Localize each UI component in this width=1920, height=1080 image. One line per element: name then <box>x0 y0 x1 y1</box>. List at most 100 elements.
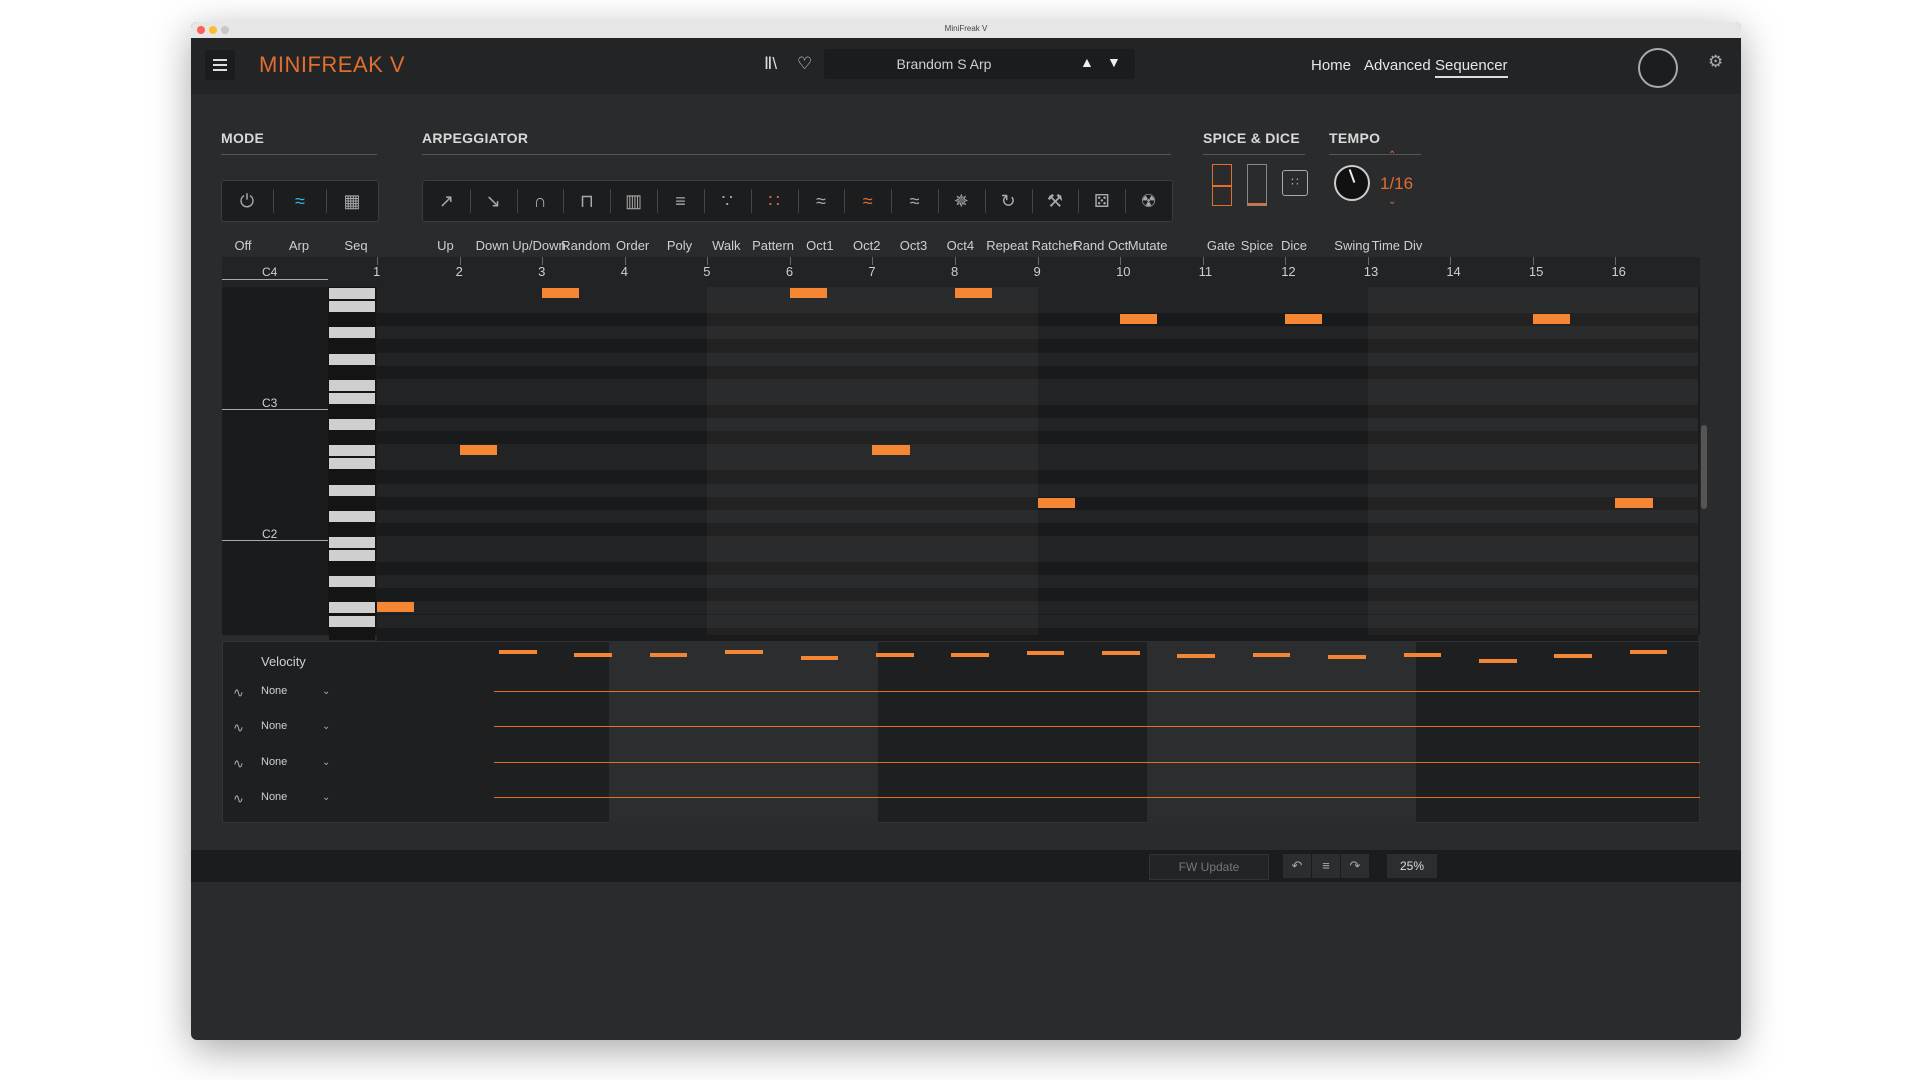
white-key[interactable] <box>329 379 375 391</box>
arp-walk-icon[interactable]: ∵ <box>704 181 751 221</box>
seq-note[interactable] <box>1120 314 1158 325</box>
nav-home[interactable]: Home <box>1311 57 1351 74</box>
black-key[interactable] <box>329 340 375 352</box>
black-key[interactable] <box>329 523 375 535</box>
white-key[interactable] <box>329 576 375 588</box>
arp-ratchet-icon[interactable]: ⚒ <box>1032 181 1079 221</box>
mod-lane-line[interactable] <box>494 797 1700 798</box>
redo-icon[interactable]: ↷ <box>1341 854 1369 878</box>
arp-order-icon[interactable]: ▥ <box>610 181 657 221</box>
white-key[interactable] <box>329 419 375 431</box>
arp-pattern-icon[interactable]: ∷ <box>751 181 798 221</box>
velocity-bar[interactable] <box>725 650 763 655</box>
arp-repeat-icon[interactable]: ↻ <box>985 181 1032 221</box>
black-key[interactable] <box>329 366 375 378</box>
white-key[interactable] <box>329 445 375 457</box>
fw-update-button[interactable]: FW Update <box>1149 854 1269 880</box>
velocity-bar[interactable] <box>1177 654 1216 659</box>
black-key[interactable] <box>329 497 375 509</box>
white-key[interactable] <box>329 602 375 614</box>
white-key[interactable] <box>329 301 375 313</box>
power-icon[interactable]: ⏻ <box>222 181 272 221</box>
arp-oct3-icon[interactable]: ≈ <box>891 181 938 221</box>
velocity-lane[interactable] <box>222 641 1700 823</box>
arp-mode-icon[interactable]: ≈ <box>274 181 326 221</box>
white-key[interactable] <box>329 615 375 627</box>
arp-down-icon[interactable]: ↘ <box>470 181 517 221</box>
piano-roll-grid[interactable] <box>377 287 1698 641</box>
piano-keyboard[interactable] <box>328 287 376 640</box>
white-key[interactable] <box>329 458 375 470</box>
arp-oct2-icon[interactable]: ≈ <box>844 181 891 221</box>
chevron-down-icon[interactable]: ⌄ <box>322 792 330 803</box>
white-key[interactable] <box>329 392 375 404</box>
arp-oct1-icon[interactable]: ≈ <box>798 181 845 221</box>
step-ruler[interactable] <box>222 257 1700 287</box>
black-key[interactable] <box>329 589 375 601</box>
mod-lane-label[interactable]: None <box>261 756 361 768</box>
arp-poly-icon[interactable]: ≡ <box>657 181 704 221</box>
velocity-bar[interactable] <box>951 652 989 657</box>
seq-note[interactable] <box>459 445 497 456</box>
seq-note[interactable] <box>377 602 415 613</box>
velocity-bar[interactable] <box>1102 651 1140 655</box>
white-key[interactable] <box>329 327 375 339</box>
white-key[interactable] <box>329 484 375 496</box>
zoom-level[interactable]: 25% <box>1387 854 1437 878</box>
velocity-bar[interactable] <box>1026 651 1065 655</box>
nav-advanced[interactable]: Advanced <box>1364 57 1431 74</box>
arp-rand-oct-icon[interactable]: ⚄ <box>1078 181 1125 221</box>
velocity-bar[interactable] <box>800 655 839 660</box>
seq-note[interactable] <box>1037 497 1075 508</box>
velocity-bar[interactable] <box>499 650 537 655</box>
seq-note[interactable] <box>789 288 827 298</box>
hamburger-menu-button[interactable] <box>205 50 235 80</box>
chevron-down-icon[interactable]: ⌄ <box>322 721 330 732</box>
velocity-bar[interactable] <box>574 652 613 657</box>
arp-up-icon[interactable]: ↗ <box>423 181 470 221</box>
time-div-up-icon[interactable]: ⌃ <box>1388 150 1396 161</box>
seq-grid-icon[interactable]: ▦ <box>327 181 377 221</box>
white-key[interactable] <box>329 288 375 300</box>
white-key[interactable] <box>329 550 375 562</box>
mod-lane-label[interactable]: None <box>261 720 361 732</box>
velocity-bar[interactable] <box>1478 659 1517 663</box>
vertical-scrollbar[interactable] <box>1701 425 1707 509</box>
black-key[interactable] <box>329 314 375 326</box>
library-icon[interactable]: Ⅱ\ <box>764 54 777 74</box>
time-div-value[interactable]: 1/16 <box>1380 174 1413 194</box>
seq-note[interactable] <box>1285 314 1323 325</box>
arp-up-down-icon[interactable]: ∩ <box>517 181 564 221</box>
mod-lane-label[interactable]: None <box>261 791 361 803</box>
heart-icon[interactable]: ♡ <box>797 54 812 74</box>
velocity-bar[interactable] <box>1328 655 1366 659</box>
velocity-bar[interactable] <box>1252 652 1291 657</box>
black-key[interactable] <box>329 628 375 640</box>
preset-selector[interactable]: Brandom S Arp ▲ ▼ <box>824 49 1135 79</box>
arp-mutate-icon[interactable]: ☢ <box>1125 181 1172 221</box>
chevron-down-icon[interactable]: ⌄ <box>322 757 330 768</box>
seq-note[interactable] <box>1532 314 1571 325</box>
chevron-down-icon[interactable]: ⌄ <box>322 686 330 697</box>
black-key[interactable] <box>329 432 375 444</box>
seq-note[interactable] <box>542 288 580 298</box>
mod-lane-label[interactable]: None <box>261 685 361 697</box>
gear-icon[interactable]: ⚙ <box>1708 52 1723 72</box>
master-volume-knob[interactable] <box>1638 48 1678 88</box>
mod-lane-line[interactable] <box>494 726 1700 727</box>
velocity-bar[interactable] <box>1403 653 1442 658</box>
velocity-bar[interactable] <box>1554 654 1592 659</box>
velocity-bar[interactable] <box>649 652 688 657</box>
gate-fader[interactable] <box>1212 164 1232 206</box>
dice-icon[interactable]: ∷ <box>1282 170 1308 196</box>
spice-fader[interactable] <box>1247 164 1267 206</box>
black-key[interactable] <box>329 405 375 417</box>
seq-note[interactable] <box>872 445 910 456</box>
white-key[interactable] <box>329 353 375 365</box>
white-key[interactable] <box>329 536 375 548</box>
black-key[interactable] <box>329 471 375 483</box>
preset-next-icon[interactable]: ▼ <box>1107 54 1121 70</box>
black-key[interactable] <box>329 563 375 575</box>
mod-lane-line[interactable] <box>494 691 1700 692</box>
history-menu-icon[interactable]: ≡ <box>1312 854 1340 878</box>
